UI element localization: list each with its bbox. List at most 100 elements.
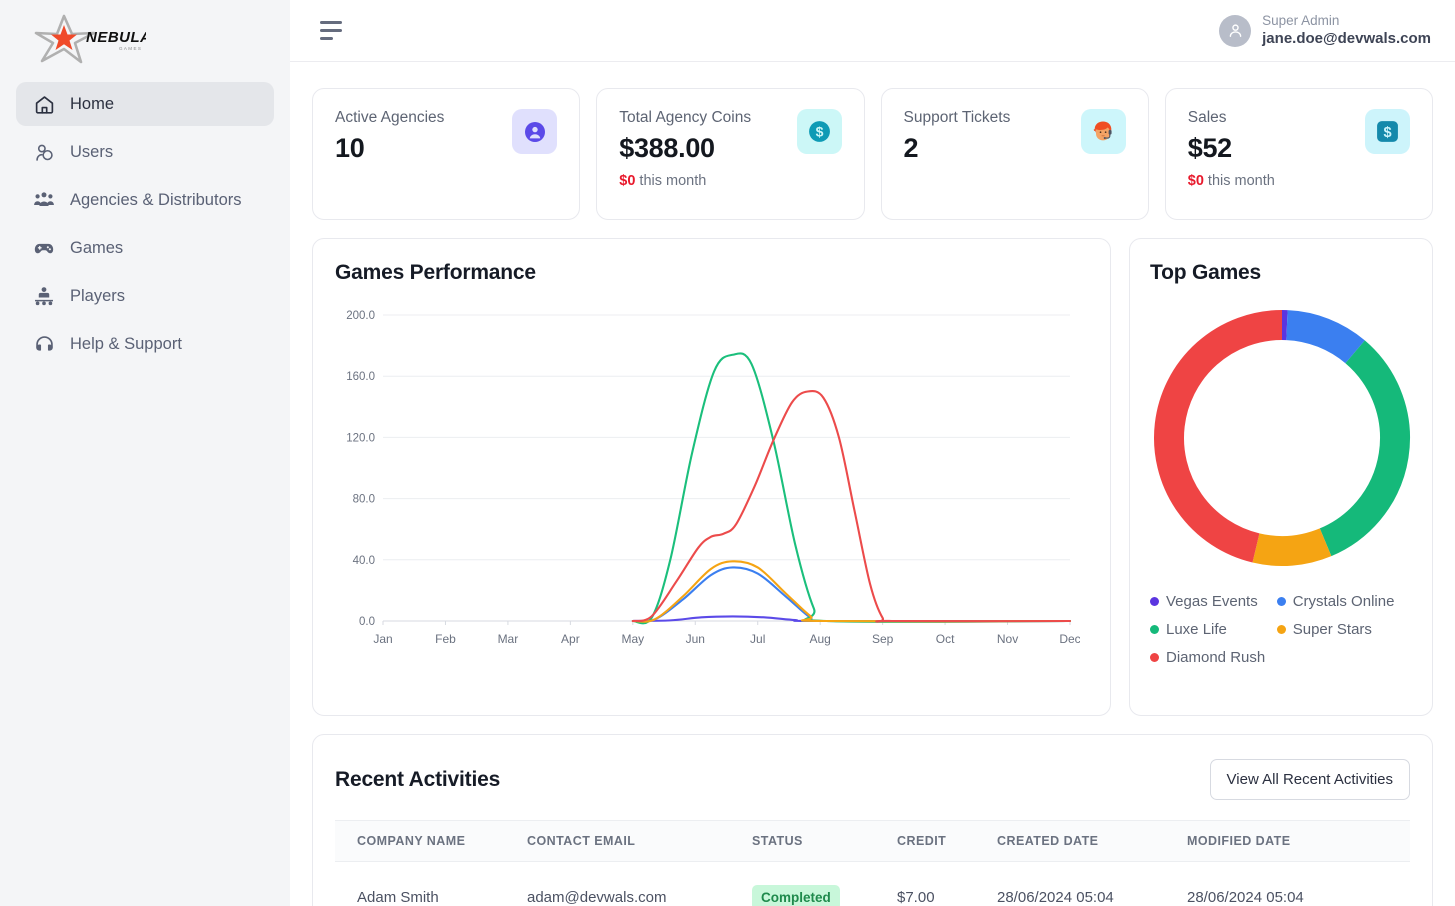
svg-text:Nov: Nov bbox=[997, 632, 1018, 646]
sidebar-item-label: Agencies & Distributors bbox=[70, 190, 242, 209]
sidebar-item-home[interactable]: Home bbox=[16, 82, 274, 126]
cell-modified-date: 28/06/2024 05:04 bbox=[1165, 861, 1410, 906]
sidebar-item-label: Home bbox=[70, 94, 115, 113]
sidebar-item-help-support[interactable]: Help & Support bbox=[16, 322, 274, 366]
legend-item[interactable]: Luxe Life bbox=[1150, 621, 1277, 638]
cell-contact-email: adam@devwals.com bbox=[505, 861, 730, 906]
agencies-icon bbox=[32, 188, 56, 212]
user-menu[interactable]: Super Admin jane.doe@devwals.com bbox=[1219, 13, 1431, 49]
hamburger-icon[interactable] bbox=[316, 17, 346, 44]
svg-text:Dec: Dec bbox=[1059, 632, 1080, 646]
donut-legend: Vegas Events Crystals Online Luxe Life Supe… bbox=[1150, 593, 1414, 666]
users-icon bbox=[32, 140, 56, 164]
sidebar-item-label: Help & Support bbox=[70, 334, 182, 353]
stat-sub-label: this month bbox=[639, 173, 707, 189]
stat-card-sales[interactable]: Sales $52 $0 this month $ bbox=[1164, 88, 1433, 220]
legend-label: Super Stars bbox=[1292, 621, 1372, 638]
svg-text:NEBULA: NEBULA bbox=[86, 29, 146, 46]
stat-value: 10 bbox=[335, 133, 365, 163]
sidebar-item-players[interactable]: Players bbox=[16, 274, 274, 318]
legend-item[interactable]: Diamond Rush bbox=[1150, 649, 1277, 666]
column-header-status[interactable]: STATUS bbox=[730, 820, 875, 862]
dashboard-root: NEBULA GAMES Home Users Agencies & Distr… bbox=[0, 0, 1455, 906]
svg-text:$: $ bbox=[815, 124, 823, 140]
stat-card-active-agencies[interactable]: Active Agencies 10 bbox=[312, 88, 581, 220]
svg-text:80.0: 80.0 bbox=[353, 494, 375, 506]
sidebar-item-users[interactable]: Users bbox=[16, 130, 274, 174]
svg-text:160.0: 160.0 bbox=[346, 371, 375, 383]
recent-activities-header: Recent Activities View All Recent Activi… bbox=[335, 759, 1410, 800]
user-email: jane.doe@devwals.com bbox=[1262, 29, 1431, 47]
stat-sub-amount: $0 bbox=[1187, 173, 1204, 189]
stat-sub-label: this month bbox=[1207, 173, 1275, 189]
cell-company-name: Adam Smith bbox=[335, 861, 505, 906]
stat-value: $388.00 bbox=[619, 133, 715, 163]
topbar: Super Admin jane.doe@devwals.com bbox=[290, 0, 1455, 62]
charts-row: Games Performance 0.0 40.0 80.0 120.0 160.0 2… bbox=[312, 238, 1433, 716]
table-header-row: COMPANY NAME CONTACT EMAIL STATUS CREDIT… bbox=[335, 820, 1410, 862]
column-header-created-date[interactable]: CREATED DATE bbox=[975, 820, 1165, 862]
hamburger-line bbox=[320, 37, 333, 40]
svg-text:Aug: Aug bbox=[810, 632, 831, 646]
cell-credit: $7.00 bbox=[875, 861, 975, 906]
donut-chart bbox=[1150, 307, 1414, 569]
recent-activities-card: Recent Activities View All Recent Activi… bbox=[312, 734, 1433, 906]
support-agent-emoji-icon bbox=[1080, 109, 1126, 154]
donut-segment[interactable] bbox=[1285, 310, 1365, 364]
svg-text:GAMES: GAMES bbox=[119, 46, 142, 51]
table-row[interactable]: Adam Smith adam@devwals.com Completed $7… bbox=[335, 861, 1410, 906]
sidebar-item-label: Games bbox=[70, 238, 124, 257]
user-circle-icon bbox=[512, 109, 558, 154]
sidebar-item-agencies-distributors[interactable]: Agencies & Distributors bbox=[16, 178, 274, 222]
svg-text:Feb: Feb bbox=[435, 632, 456, 646]
svg-text:$: $ bbox=[1383, 125, 1391, 141]
donut-segment[interactable] bbox=[1319, 340, 1410, 557]
brand-logo[interactable]: NEBULA GAMES bbox=[16, 0, 274, 78]
page-title-recent-activities: Recent Activities bbox=[335, 767, 501, 791]
stat-card-support-tickets[interactable]: Support Tickets 2 bbox=[880, 88, 1149, 220]
legend-color-dot-icon bbox=[1150, 597, 1159, 606]
stats-row: Active Agencies 10 Total Agency Coins $3… bbox=[312, 88, 1433, 220]
page-title-games-performance: Games Performance bbox=[335, 261, 536, 284]
hamburger-line bbox=[320, 29, 342, 32]
legend-label: Diamond Rush bbox=[1166, 649, 1266, 666]
home-icon bbox=[32, 92, 56, 116]
page-title-top-games: Top Games bbox=[1150, 261, 1262, 284]
legend-color-dot-icon bbox=[1150, 653, 1159, 662]
stat-card-total-agency-coins[interactable]: Total Agency Coins $388.00 $0 this month… bbox=[596, 88, 865, 220]
stat-subtext: $0 this month bbox=[1188, 173, 1275, 189]
cell-created-date: 28/06/2024 05:04 bbox=[975, 861, 1165, 906]
column-header-contact-email[interactable]: CONTACT EMAIL bbox=[505, 820, 730, 862]
stat-value: $52 bbox=[1187, 133, 1232, 163]
svg-text:May: May bbox=[621, 632, 644, 646]
stat-subtext: $0 this month bbox=[619, 173, 751, 189]
players-icon bbox=[32, 284, 56, 308]
stat-label: Active Agencies bbox=[335, 109, 445, 126]
svg-text:40.0: 40.0 bbox=[353, 555, 375, 567]
legend-label: Luxe Life bbox=[1166, 621, 1227, 638]
legend-color-dot-icon bbox=[1276, 625, 1286, 634]
stat-sub-amount: $0 bbox=[619, 173, 636, 189]
sidebar: NEBULA GAMES Home Users Agencies & Distr… bbox=[0, 0, 290, 906]
stat-value: 2 bbox=[903, 133, 919, 163]
dollar-circle-icon: $ bbox=[796, 109, 842, 154]
view-all-recent-activities-button[interactable]: View All Recent Activities bbox=[1209, 759, 1410, 800]
svg-text:0.0: 0.0 bbox=[359, 616, 375, 628]
legend-label: Vegas Events bbox=[1166, 593, 1258, 610]
column-header-modified-date[interactable]: MODIFIED DATE bbox=[1165, 820, 1410, 862]
column-header-company-name[interactable]: COMPANY NAME bbox=[335, 820, 505, 862]
top-games-card: Top Games Vegas Events Crystals Online Lux… bbox=[1129, 238, 1433, 716]
column-header-credit[interactable]: CREDIT bbox=[875, 820, 975, 862]
legend-item[interactable]: Crystals Online bbox=[1276, 593, 1414, 610]
svg-text:Mar: Mar bbox=[498, 632, 519, 646]
svg-text:Oct: Oct bbox=[936, 632, 955, 646]
donut-segment[interactable] bbox=[1154, 310, 1283, 563]
avatar bbox=[1219, 14, 1252, 47]
legend-item[interactable]: Super Stars bbox=[1276, 621, 1414, 638]
legend-color-dot-icon bbox=[1276, 597, 1286, 606]
legend-item[interactable]: Vegas Events bbox=[1150, 593, 1277, 610]
sidebar-item-games[interactable]: Games bbox=[16, 226, 274, 270]
donut-segment[interactable] bbox=[1252, 528, 1332, 566]
sidebar-nav: Home Users Agencies & Distributors Games… bbox=[16, 82, 274, 366]
stat-label: Support Tickets bbox=[903, 109, 1011, 126]
